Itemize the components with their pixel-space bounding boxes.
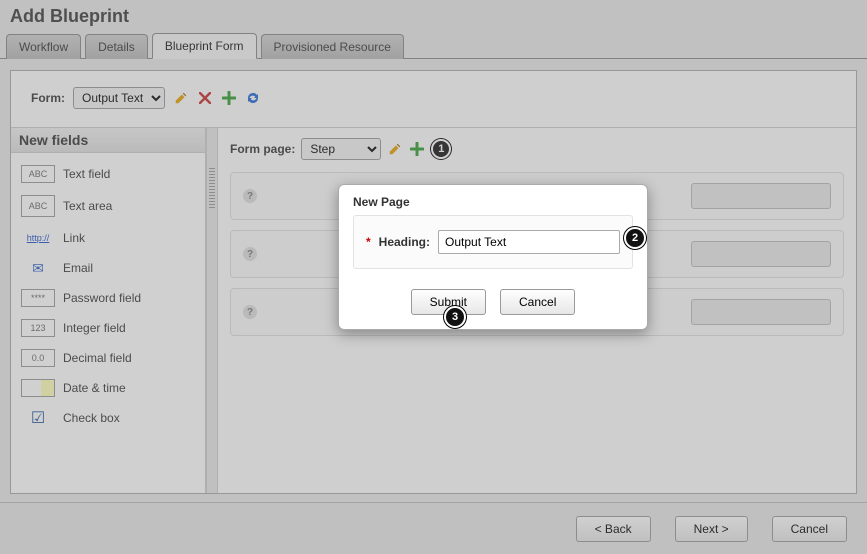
footer-bar: < Back Next > Cancel bbox=[0, 502, 867, 554]
splitter-handle[interactable] bbox=[206, 128, 218, 493]
field-text-field[interactable]: ABC Text field bbox=[17, 159, 199, 189]
tab-label: Workflow bbox=[19, 40, 68, 54]
marker-1: 1 bbox=[431, 139, 451, 159]
tab-provisioned-resource[interactable]: Provisioned Resource bbox=[261, 34, 404, 59]
placeholder-field bbox=[691, 183, 831, 209]
modal-buttons: Submit Cancel bbox=[353, 289, 633, 315]
field-decimal[interactable]: 0.0 Decimal field bbox=[17, 343, 199, 373]
form-page-select[interactable]: Step bbox=[301, 138, 381, 160]
cancel-button[interactable]: Cancel bbox=[500, 289, 575, 315]
marker-2: 2 bbox=[624, 227, 646, 249]
grip-icon bbox=[209, 168, 215, 208]
field-list: ABC Text field ABC Text area http:// Lin… bbox=[11, 153, 205, 493]
field-checkbox[interactable]: ☑ Check box bbox=[17, 403, 199, 433]
heading-input[interactable] bbox=[438, 230, 620, 254]
add-page-icon[interactable] bbox=[409, 141, 425, 157]
checkbox-icon: ☑ bbox=[21, 409, 55, 427]
help-icon[interactable]: ? bbox=[243, 189, 257, 203]
abc-icon: ABC bbox=[21, 195, 55, 217]
field-text-area[interactable]: ABC Text area bbox=[17, 189, 199, 223]
envelope-icon: ✉ bbox=[21, 259, 55, 277]
back-button[interactable]: < Back bbox=[576, 516, 651, 542]
field-label: Email bbox=[63, 261, 93, 275]
field-label: Decimal field bbox=[63, 351, 132, 365]
form-label: Form: bbox=[31, 91, 65, 105]
modal-title: New Page bbox=[353, 195, 633, 215]
marker-3-wrap: 3 bbox=[444, 306, 466, 328]
required-star-icon: * bbox=[366, 235, 371, 249]
tab-blueprint-form[interactable]: Blueprint Form bbox=[152, 33, 257, 59]
refresh-icon[interactable] bbox=[245, 90, 261, 106]
tab-workflow[interactable]: Workflow bbox=[6, 34, 81, 59]
field-datetime[interactable]: Date & time bbox=[17, 373, 199, 403]
field-integer[interactable]: 123 Integer field bbox=[17, 313, 199, 343]
tab-label: Blueprint Form bbox=[165, 39, 244, 53]
heading-row: * Heading: bbox=[366, 230, 620, 254]
help-icon[interactable]: ? bbox=[243, 247, 257, 261]
edit-icon[interactable] bbox=[173, 90, 189, 106]
field-link[interactable]: http:// Link bbox=[17, 223, 199, 253]
field-label: Text area bbox=[63, 199, 112, 213]
password-icon: **** bbox=[21, 289, 55, 307]
link-icon: http:// bbox=[21, 229, 55, 247]
delete-icon[interactable] bbox=[197, 90, 213, 106]
modal-body: * Heading: bbox=[353, 215, 633, 269]
new-page-modal: New Page * Heading: Submit Cancel bbox=[338, 184, 648, 330]
form-select[interactable]: Output Text bbox=[73, 87, 165, 109]
field-label: Password field bbox=[63, 291, 141, 305]
left-panel: New fields ABC Text field ABC Text area … bbox=[11, 128, 206, 493]
add-icon[interactable] bbox=[221, 90, 237, 106]
calendar-icon bbox=[21, 379, 55, 397]
form-page-label: Form page: bbox=[230, 142, 295, 156]
tab-details[interactable]: Details bbox=[85, 34, 148, 59]
form-page-row: Form page: Step 1 bbox=[230, 138, 844, 160]
placeholder-field bbox=[691, 299, 831, 325]
marker-2-wrap: 2 bbox=[624, 227, 646, 249]
next-button[interactable]: Next > bbox=[675, 516, 748, 542]
page-title: Add Blueprint bbox=[0, 0, 867, 31]
field-label: Integer field bbox=[63, 321, 126, 335]
tab-label: Details bbox=[98, 40, 135, 54]
tab-label: Provisioned Resource bbox=[274, 40, 391, 54]
left-panel-title: New fields bbox=[11, 128, 205, 153]
field-label: Link bbox=[63, 231, 85, 245]
field-label: Check box bbox=[63, 411, 120, 425]
tab-bar: Workflow Details Blueprint Form Provisio… bbox=[0, 31, 867, 59]
edit-icon[interactable] bbox=[387, 141, 403, 157]
decimal-icon: 0.0 bbox=[21, 349, 55, 367]
placeholder-field bbox=[691, 241, 831, 267]
integer-icon: 123 bbox=[21, 319, 55, 337]
field-label: Date & time bbox=[63, 381, 126, 395]
footer-cancel-button[interactable]: Cancel bbox=[772, 516, 847, 542]
field-password[interactable]: **** Password field bbox=[17, 283, 199, 313]
marker-3: 3 bbox=[444, 306, 466, 328]
heading-label: Heading: bbox=[379, 235, 430, 249]
abc-icon: ABC bbox=[21, 165, 55, 183]
form-selector-row: Form: Output Text bbox=[11, 71, 856, 117]
field-label: Text field bbox=[63, 167, 110, 181]
field-email[interactable]: ✉ Email bbox=[17, 253, 199, 283]
help-icon[interactable]: ? bbox=[243, 305, 257, 319]
